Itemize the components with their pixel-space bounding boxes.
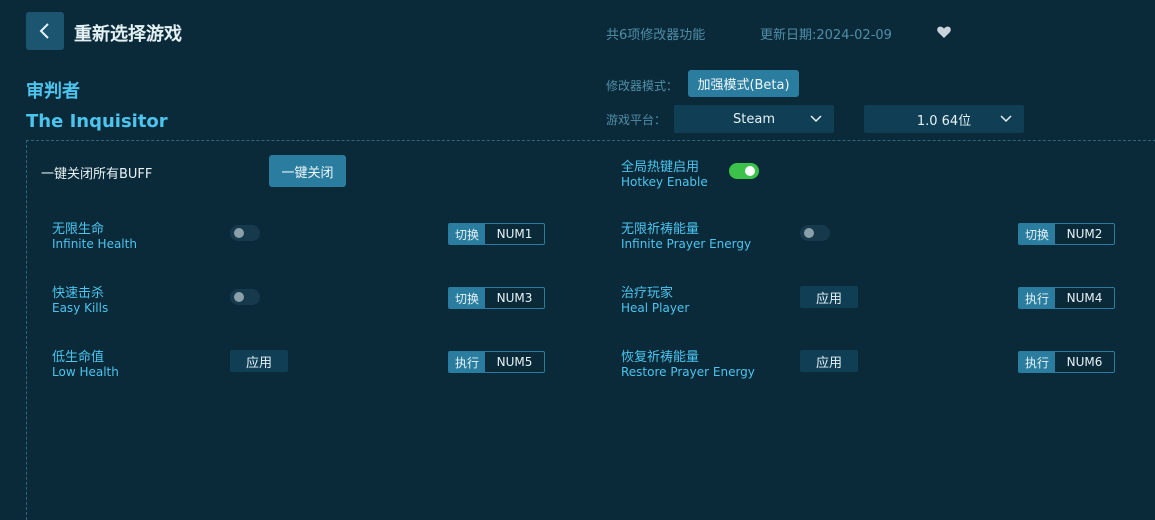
chevron-down-icon [810,115,822,123]
game-title-en: The Inquisitor [26,111,168,132]
option-label-en: Infinite Prayer Energy [621,237,752,251]
easy-kills-toggle[interactable] [230,289,260,305]
hotkey-key: NUM1 [496,227,533,241]
option-label-en: Restore Prayer Energy [621,365,755,379]
hotkey-badge[interactable]: 执行 NUM4 [1018,287,1115,309]
restore-prayer-energy-apply-button[interactable]: 应用 [800,350,858,372]
option-label-cn: 无限祈祷能量 [621,222,700,237]
option-label-cn: 恢复祈祷能量 [621,350,700,365]
mode-label: 修改器模式： [606,79,679,93]
hotkey-action: 执行 [449,352,485,372]
hotkey-action: 切换 [449,224,485,244]
game-title-cn: 审判者 [26,81,80,102]
option-label-en: Low Health [52,365,119,379]
hotkey-action: 执行 [1019,288,1055,308]
toggle-knob [234,292,244,302]
heart-icon [937,26,951,38]
version-select[interactable]: 1.0 64位 [864,105,1024,133]
option-label-cn: 快速击杀 [52,286,105,301]
heal-player-apply-button[interactable]: 应用 [800,286,858,308]
option-label-en: Infinite Health [52,237,137,251]
hotkey-key: NUM5 [496,355,533,369]
hotkey-key: NUM6 [1066,355,1103,369]
update-date: 更新日期:2024-02-09 [760,28,892,43]
option-label-en: Easy Kills [52,301,109,315]
hotkey-badge[interactable]: 切换 NUM1 [448,223,545,245]
hotkey-badge[interactable]: 执行 NUM6 [1018,351,1115,373]
hotkey-badge[interactable]: 切换 NUM3 [448,287,545,309]
mode-button[interactable]: 加强模式(Beta) [688,70,799,97]
toggle-knob [804,228,814,238]
version-value: 1.0 64位 [916,113,972,129]
hotkey-badge[interactable]: 执行 NUM5 [448,351,545,373]
back-button[interactable] [26,12,64,50]
option-label-cn: 无限生命 [52,222,105,237]
option-label-en: Heal Player [621,301,690,315]
feature-count: 共6项修改器功能 [606,28,706,43]
hotkey-key: NUM4 [1066,291,1103,305]
option-label-cn: 低生命值 [52,350,105,365]
platform-label: 游戏平台： [606,113,667,127]
hotkey-label-en: Hotkey Enable [621,175,708,189]
platform-select[interactable]: Steam [674,105,834,133]
hotkey-badge[interactable]: 切换 NUM2 [1018,223,1115,245]
hotkey-key: NUM2 [1066,227,1103,241]
hotkey-key: NUM3 [496,291,533,305]
toggle-knob [234,228,244,238]
hotkey-action: 切换 [1019,224,1055,244]
close-all-button[interactable]: 一键关闭 [269,155,346,187]
infinite-prayer-energy-toggle[interactable] [800,225,830,241]
hotkey-toggle[interactable] [729,163,759,179]
chevron-left-icon [39,23,49,39]
options-panel [26,140,1155,520]
close-all-buff-label: 一键关闭所有BUFF [41,167,153,182]
option-label-cn: 治疗玩家 [621,286,674,301]
page-title: 重新选择游戏 [74,24,182,45]
platform-value: Steam [733,111,775,127]
chevron-down-icon [1000,115,1012,123]
toggle-knob [745,166,755,176]
hotkey-label-cn: 全局热键启用 [621,160,700,175]
hotkey-action: 执行 [1019,352,1055,372]
favorite-button[interactable] [936,24,952,40]
infinite-health-toggle[interactable] [230,225,260,241]
low-health-apply-button[interactable]: 应用 [230,350,288,372]
hotkey-action: 切换 [449,288,485,308]
